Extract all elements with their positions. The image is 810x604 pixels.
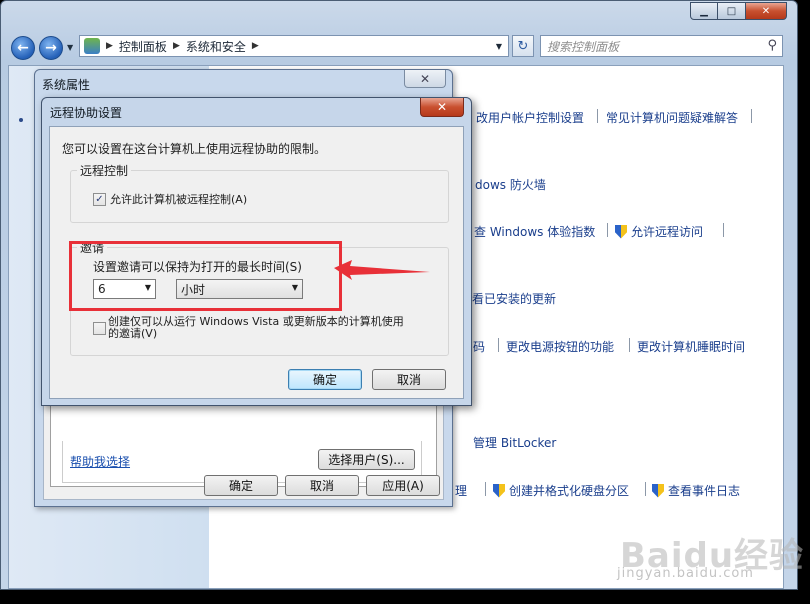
cancel-button[interactable]: 取消 (285, 475, 359, 496)
close-button[interactable]: ✕ (404, 70, 446, 88)
red-arrow-icon (334, 260, 430, 280)
link-power-button[interactable]: 更改电源按钮的功能 (506, 338, 614, 355)
refresh-button[interactable]: ↻ (512, 35, 534, 57)
uac-shield-icon (615, 224, 627, 239)
close-button[interactable]: ✕ (745, 2, 787, 20)
link-troubleshoot[interactable]: 常见计算机问题疑难解答 (606, 109, 738, 126)
link-separator (485, 482, 486, 496)
recent-pages-dropdown[interactable]: ▼ (67, 43, 73, 52)
link-uac-settings[interactable]: 改用户帐户控制设置 (476, 109, 584, 126)
link-separator (607, 223, 608, 237)
chevron-right-icon[interactable]: ▶ (252, 41, 259, 51)
ok-button[interactable]: 确定 (204, 475, 278, 496)
vista-only-line-2: 的邀请(V) (108, 327, 158, 340)
link-password[interactable]: 码 (473, 338, 485, 355)
link-sleep-time[interactable]: 更改计算机睡眠时间 (637, 338, 745, 355)
forward-arrow-icon: → (45, 40, 57, 56)
apply-button[interactable]: 应用(A) (366, 475, 440, 496)
minimize-button[interactable]: ▁ (690, 2, 718, 20)
address-bar[interactable]: ▶ 控制面板 ▶ 系统和安全 ▶ ▼ (79, 35, 509, 57)
bullet-icon (19, 118, 23, 122)
back-button[interactable]: ← (11, 36, 35, 60)
select-users-button[interactable]: 选择用户(S)... (318, 449, 415, 470)
link-installed-updates[interactable]: 看已安装的更新 (472, 290, 556, 307)
link-separator (751, 109, 752, 123)
breadcrumb-control-panel[interactable]: 控制面板 (119, 38, 167, 55)
chevron-right-icon[interactable]: ▶ (106, 41, 113, 51)
search-input[interactable]: 搜索控制面板 ⚲ (540, 35, 783, 57)
link-separator (723, 223, 724, 237)
allow-remote-control-label[interactable]: 允许此计算机被远程控制(A) (110, 191, 247, 207)
close-button[interactable]: ✕ (420, 98, 464, 117)
link-disk-partitions-label: 创建并格式化硬盘分区 (509, 484, 630, 498)
link-disk-partitions[interactable]: 创建并格式化硬盘分区 (493, 482, 629, 499)
link-event-logs-label: 查看事件日志 (668, 484, 741, 498)
checkmark-icon: ✓ (95, 194, 104, 205)
link-separator (629, 338, 630, 352)
link-experience-index[interactable]: 查 Windows 体验指数 (474, 223, 595, 240)
link-separator (498, 338, 499, 352)
link-event-logs[interactable]: 查看事件日志 (652, 482, 740, 499)
link-allow-remote-access-label: 允许远程访问 (631, 225, 704, 239)
cancel-button[interactable]: 取消 (372, 369, 446, 390)
link-manage[interactable]: 理 (455, 482, 467, 499)
allow-remote-control-checkbox[interactable]: ✓ (93, 193, 106, 206)
link-allow-remote-access[interactable]: 允许远程访问 (615, 223, 703, 240)
link-separator (645, 482, 646, 496)
uac-shield-icon (493, 483, 505, 498)
dialog-title: 系统属性 (42, 78, 91, 92)
remote-control-group-label: 远程控制 (77, 162, 132, 179)
control-panel-icon (84, 38, 100, 54)
forward-button[interactable]: → (39, 36, 63, 60)
dialog-description: 您可以设置在这台计算机上使用远程协助的限制。 (62, 142, 327, 156)
link-firewall[interactable]: dows 防火墙 (475, 176, 546, 193)
help-me-choose-link[interactable]: 帮助我选择 (70, 453, 130, 470)
caption-buttons: ▁ □ ✕ (690, 2, 787, 20)
chevron-down-icon[interactable]: ▼ (496, 42, 502, 51)
search-icon[interactable]: ⚲ (767, 38, 777, 53)
highlight-box (69, 241, 342, 311)
breadcrumb-system-security[interactable]: 系统和安全 (186, 38, 246, 55)
link-separator (597, 109, 598, 123)
back-arrow-icon: ← (17, 40, 29, 56)
ok-button[interactable]: 确定 (288, 369, 362, 390)
chevron-right-icon[interactable]: ▶ (173, 41, 180, 51)
maximize-button[interactable]: □ (718, 2, 745, 20)
link-bitlocker[interactable]: 管理 BitLocker (473, 434, 556, 451)
uac-shield-icon (652, 483, 664, 498)
dialog-title: 远程协助设置 (50, 106, 123, 120)
watermark-url: jingyan.baidu.com (617, 566, 754, 581)
refresh-icon: ↻ (517, 38, 529, 54)
vista-only-invitation-checkbox[interactable] (93, 322, 106, 335)
search-placeholder: 搜索控制面板 (547, 39, 620, 54)
vista-only-invitation-label[interactable]: 创建仅可以从运行 Windows Vista 或更新版本的计算机使用 的邀请(V… (108, 316, 404, 340)
